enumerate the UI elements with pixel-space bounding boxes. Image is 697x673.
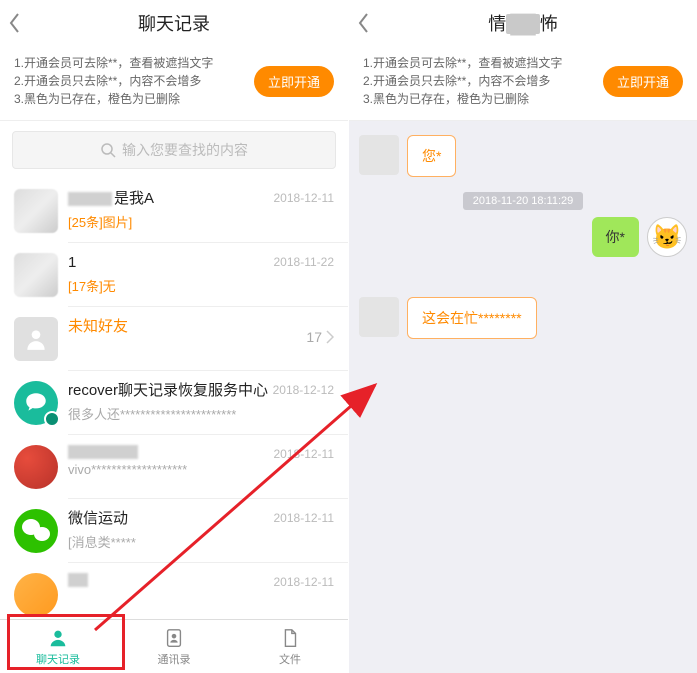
avatar xyxy=(14,445,58,489)
conversation-list: 是我A [25条]图片] 2018-12-11 1 [17条]无 2018-11… xyxy=(0,179,348,627)
list-item[interactable]: vivo******************* 2018-12-11 xyxy=(0,435,348,499)
chat-detail-screen: 情██怖 1.开通会员可去除**，查看被遮挡文字 2.开通会员只去除**，内容不… xyxy=(349,0,697,673)
list-item[interactable]: 1 [17条]无 2018-11-22 xyxy=(0,243,348,307)
message-outgoing: 你* xyxy=(359,217,687,257)
date-label: 2018-12-11 xyxy=(274,511,335,525)
person-icon xyxy=(47,627,69,649)
tab-contacts[interactable]: 通讯录 xyxy=(116,620,232,673)
message-preview: [25条]图片] xyxy=(68,212,334,231)
page-title: 情██怖 xyxy=(488,10,558,36)
page-title: 聊天记录 xyxy=(138,10,210,36)
chat-list-screen: 聊天记录 1.开通会员可去除**，查看被遮挡文字 2.开通会员只去除**，内容不… xyxy=(0,0,348,673)
list-item[interactable]: recover聊天记录恢复服务中心 很多人还******************… xyxy=(0,371,348,435)
tab-bar: 聊天记录 通讯录 文件 xyxy=(0,619,348,673)
date-label: 2018-12-11 xyxy=(274,575,335,589)
notice-text: 1.开通会员可去除**，查看被遮挡文字 2.开通会员只去除**，内容不会增多 3… xyxy=(14,54,254,108)
date-label: 2018-12-11 xyxy=(274,191,335,205)
avatar xyxy=(14,253,58,297)
message-incoming: 您* xyxy=(359,135,687,177)
tab-chats[interactable]: 聊天记录 xyxy=(0,620,116,673)
avatar xyxy=(14,573,58,617)
header: 情██怖 xyxy=(349,0,697,46)
header: 聊天记录 xyxy=(0,0,348,46)
notice-text: 1.开通会员可去除**，查看被遮挡文字 2.开通会员只去除**，内容不会增多 3… xyxy=(363,54,603,108)
search-input[interactable]: 输入您要查找的内容 xyxy=(12,131,336,169)
message-bubble: 你* xyxy=(592,217,639,257)
avatar xyxy=(359,297,399,337)
date-label: 2018-12-12 xyxy=(273,383,334,397)
timestamp: 2018-11-20 18:11:29 xyxy=(359,191,687,209)
open-vip-button[interactable]: 立即开通 xyxy=(603,66,683,97)
list-item[interactable]: 未知好友 17 xyxy=(0,307,348,371)
notice-banner: 1.开通会员可去除**，查看被遮挡文字 2.开通会员只去除**，内容不会增多 3… xyxy=(0,46,348,121)
chat-bubble-icon xyxy=(23,390,49,416)
list-item[interactable]: 微信运动 [消息类***** 2018-12-11 xyxy=(0,499,348,563)
tab-files[interactable]: 文件 xyxy=(232,620,348,673)
message-bubble: 您* xyxy=(407,135,456,177)
avatar xyxy=(14,317,58,361)
open-vip-button[interactable]: 立即开通 xyxy=(254,66,334,97)
avatar-sticker xyxy=(647,217,687,257)
message-preview: vivo******************* xyxy=(68,462,334,477)
avatar xyxy=(359,135,399,175)
notice-banner: 1.开通会员可去除**，查看被遮挡文字 2.开通会员只去除**，内容不会增多 3… xyxy=(349,46,697,121)
disclosure: 17 xyxy=(306,329,334,345)
search-icon xyxy=(100,142,116,158)
back-button[interactable] xyxy=(357,12,369,34)
message-preview: [17条]无 xyxy=(68,276,334,295)
back-button[interactable] xyxy=(8,12,20,34)
date-label: 2018-12-11 xyxy=(274,447,335,461)
file-icon xyxy=(279,627,301,649)
contact-name: 未知好友 xyxy=(68,317,334,337)
avatar xyxy=(14,509,58,553)
avatar xyxy=(14,381,58,425)
chevron-right-icon xyxy=(326,330,334,344)
message-preview: 很多人还*********************** xyxy=(68,404,334,423)
message-preview: [消息类***** xyxy=(68,532,334,551)
person-icon xyxy=(23,326,49,352)
message-bubble: 这会在忙******** xyxy=(407,297,537,339)
message-incoming: 这会在忙******** xyxy=(359,297,687,339)
list-item[interactable]: 是我A [25条]图片] 2018-12-11 xyxy=(0,179,348,243)
contacts-icon xyxy=(163,627,185,649)
list-item[interactable]: 2018-12-11 xyxy=(0,563,348,627)
avatar xyxy=(14,189,58,233)
chat-body: 您* 2018-11-20 18:11:29 你* 这会在忙******** xyxy=(349,121,697,353)
date-label: 2018-11-22 xyxy=(274,255,335,269)
